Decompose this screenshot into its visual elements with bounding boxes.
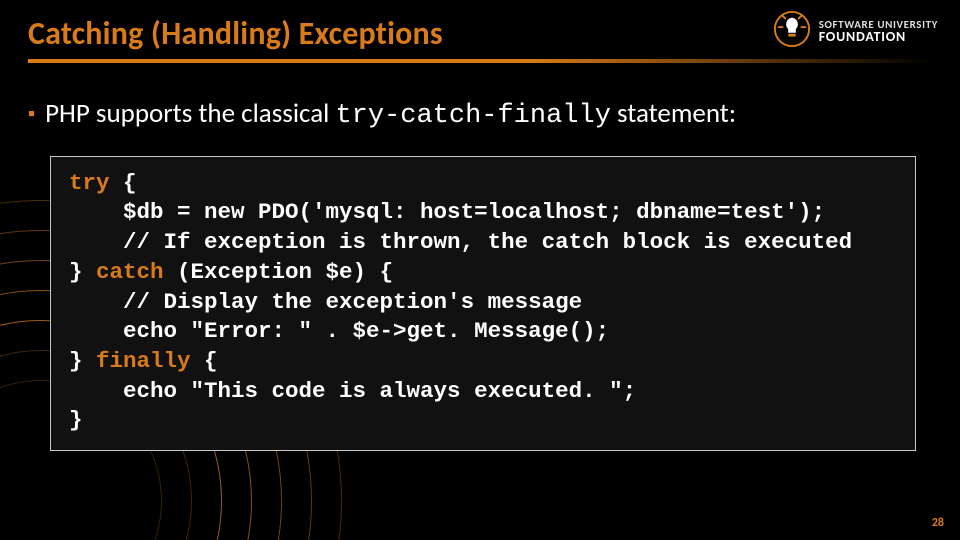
- page-number: 28: [932, 516, 944, 530]
- bullet-text-pre: PHP supports the classical: [45, 97, 335, 130]
- bullet-line: ▪ PHP supports the classical try-catch-f…: [28, 97, 932, 134]
- title-underline: [28, 59, 932, 63]
- logo: SOFTWARE UNIVERSITY FOUNDATION: [773, 10, 938, 53]
- logo-line2: FOUNDATION: [819, 30, 938, 43]
- bullet-code: try-catch-finally: [335, 101, 610, 131]
- bullet-icon: ▪: [28, 102, 35, 127]
- bullet-text-post: statement:: [611, 97, 736, 130]
- lightbulb-icon: [773, 10, 811, 53]
- code-block: try { $db = new PDO('mysql: host=localho…: [50, 156, 916, 451]
